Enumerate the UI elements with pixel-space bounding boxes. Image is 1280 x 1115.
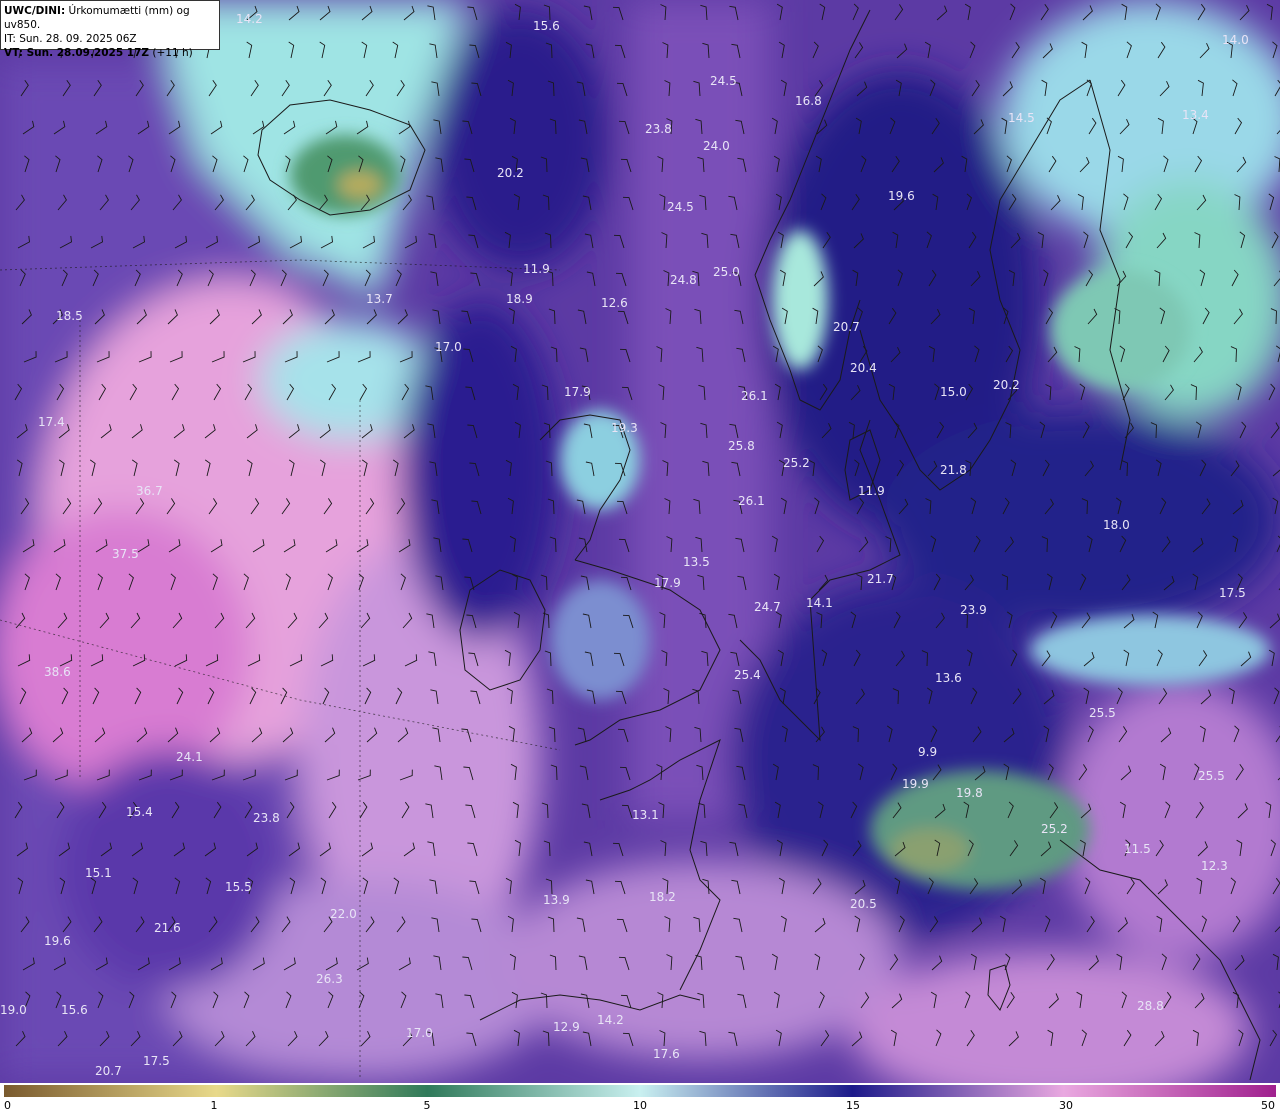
value-label: 23.8 [253,811,280,825]
colorbar-label-50: 50 [1261,1099,1275,1112]
value-label: 20.5 [850,897,877,911]
value-label: 13.4 [1182,108,1209,122]
value-label: 38.6 [44,665,71,679]
value-label: 17.6 [653,1047,680,1061]
value-label: 19.6 [888,189,915,203]
value-label: 17.0 [406,1026,433,1040]
value-label: 17.9 [564,385,591,399]
value-label: 37.5 [112,547,139,561]
valid-time: VT: Sun. 28.09.2025 17Z [4,47,150,59]
value-label: 22.0 [330,907,357,921]
colorbar-label-0: 0 [4,1099,11,1112]
value-label: 13.7 [366,292,393,306]
value-label: 14.2 [236,12,263,26]
value-label: 26.1 [738,494,765,508]
colorbar-label-1: 1 [210,1099,218,1112]
value-label: 20.2 [497,166,524,180]
value-label: 26.1 [741,389,768,403]
value-label: 25.5 [1198,769,1225,783]
value-label: 36.7 [136,484,163,498]
value-label: 14.0 [1222,33,1249,47]
value-label: 19.0 [0,1003,27,1017]
value-label: 14.5 [1008,111,1035,125]
value-label: 19.9 [902,777,929,791]
value-label: 11.9 [523,262,550,276]
value-label: 25.8 [728,439,755,453]
value-label: 19.3 [611,421,638,435]
value-label: 12.9 [553,1020,580,1034]
value-label: 11.5 [1124,842,1151,856]
colorbar-label-30: 30 [1059,1099,1073,1112]
value-label: 13.1 [632,808,659,822]
value-label: 18.5 [56,309,83,323]
value-label: 24.0 [703,139,730,153]
value-label: 15.6 [533,19,560,33]
value-label: 11.9 [858,484,885,498]
init-time: IT: Sun. 28. 09. 2025 06Z [4,33,137,45]
value-label: 15.1 [85,866,112,880]
value-label: 13.5 [683,555,710,569]
value-label: 15.6 [61,1003,88,1017]
value-label: 17.5 [1219,586,1246,600]
colorbar: 0 1 5 10 15 30 50 [0,1083,1280,1115]
precipitation-map: 14.2 15.6 14.0 24.5 16.8 14.5 13.4 23.8 … [0,0,1280,1083]
value-label: 17.5 [143,1054,170,1068]
value-label: 20.4 [850,361,877,375]
map-header: UWC/DINI: Úrkomumætti (mm) og uv850. IT:… [0,0,220,59]
value-label: 25.5 [1089,706,1116,720]
value-label: 24.5 [667,200,694,214]
value-label: 24.7 [754,600,781,614]
value-label: 17.9 [654,576,681,590]
value-label: 15.4 [126,805,153,819]
value-label: 24.1 [176,750,203,764]
value-label: 17.4 [38,415,65,429]
value-label: 21.8 [940,463,967,477]
value-label: 12.6 [601,296,628,310]
value-label: 24.5 [710,74,737,88]
value-label: 18.2 [649,890,676,904]
value-label: 13.9 [543,893,570,907]
value-label: 16.8 [795,94,822,108]
value-label: 25.0 [713,265,740,279]
value-label: 20.2 [993,378,1020,392]
colorbar-label-10: 10 [633,1099,647,1112]
colorbar-gradient [4,1085,1276,1097]
value-label: 23.9 [960,603,987,617]
value-label: 14.2 [597,1013,624,1027]
value-label: 21.7 [867,572,894,586]
value-label: 21.6 [154,921,181,935]
value-label: 23.8 [645,122,672,136]
value-label: 18.0 [1103,518,1130,532]
value-label: 25.2 [783,456,810,470]
value-label: 9.9 [918,745,937,759]
value-label: 19.6 [44,934,71,948]
value-label: 12.3 [1201,859,1228,873]
valid-time-line: VT: Sun. 28.09.2025 17Z (+11 h) [4,46,216,60]
value-label: 13.6 [935,671,962,685]
value-label: 14.1 [806,596,833,610]
value-label: 25.2 [1041,822,1068,836]
title-line: UWC/DINI: Úrkomumætti (mm) og uv850. [4,4,216,32]
model-name: UWC/DINI: [4,5,66,17]
colorbar-label-15: 15 [846,1099,860,1112]
value-label: 25.4 [734,668,761,682]
value-label: 17.0 [435,340,462,354]
value-label: 15.0 [940,385,967,399]
value-label: 28.8 [1137,999,1164,1013]
value-label: 15.5 [225,880,252,894]
colorbar-label-5: 5 [423,1099,431,1112]
value-label: 19.8 [956,786,983,800]
valid-time-offset: (+11 h) [149,47,193,59]
value-label: 26.3 [316,972,343,986]
value-label: 20.7 [95,1064,122,1078]
value-label: 18.9 [506,292,533,306]
value-label: 20.7 [833,320,860,334]
value-label: 24.8 [670,273,697,287]
